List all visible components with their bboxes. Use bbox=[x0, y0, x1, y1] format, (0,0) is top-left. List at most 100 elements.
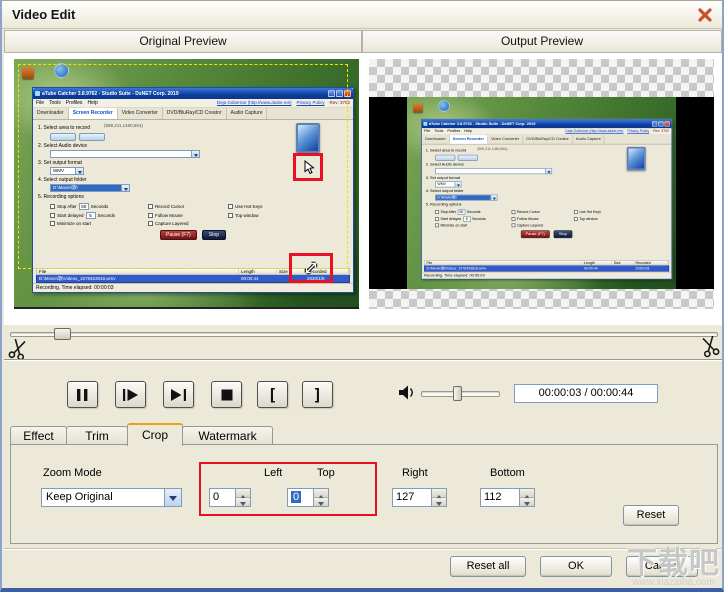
output-scene-scaler: aTube Catcher 3.8.9762 - Studio Suite - … bbox=[407, 97, 676, 289]
mark-out-button[interactable]: ] bbox=[302, 381, 333, 408]
stop-button[interactable] bbox=[211, 381, 242, 408]
highlight-box-widget bbox=[293, 153, 323, 181]
highlight-box-resize-handle[interactable] bbox=[289, 253, 333, 283]
recorded-cursor-icon bbox=[304, 160, 315, 175]
rec-menubar: File Tools Profiles Help Deja Gobernar (… bbox=[421, 128, 672, 136]
separator bbox=[4, 359, 722, 361]
crop-tab-panel: Zoom Mode Left Top Right Bottom Keep Ori… bbox=[10, 444, 718, 544]
rec-option: Capture Layered bbox=[511, 223, 573, 228]
play-to-end-button[interactable] bbox=[163, 381, 194, 408]
pause-button[interactable] bbox=[67, 381, 98, 408]
rec-tab-dvd-creator: DVD/BluRay/CD Creator bbox=[523, 135, 573, 144]
rec-dropdown-arrow-icon bbox=[454, 182, 461, 187]
original-preview-frame: aTube Catcher 3.8.9762 - Studio Suite - … bbox=[14, 59, 359, 309]
rec-titlebar: aTube Catcher 3.8.9762 - Studio Suite - … bbox=[421, 119, 672, 129]
resize-cursor-icon bbox=[304, 261, 318, 275]
spin-down-icon[interactable] bbox=[520, 498, 534, 506]
rec-menu-help: Help bbox=[464, 128, 473, 134]
mark-in-button[interactable]: [ bbox=[257, 381, 288, 408]
rec-step4: 4. Select output folder bbox=[425, 189, 464, 194]
play-button[interactable] bbox=[115, 381, 146, 408]
highlight-box-left-top bbox=[199, 462, 377, 516]
cancel-button[interactable]: Cancel bbox=[626, 556, 698, 577]
mark-out-icon: ] bbox=[312, 384, 323, 404]
rec-full-screen-button bbox=[457, 154, 478, 161]
rec-folder-dropdown: D:\Movie\歌\ bbox=[435, 194, 498, 201]
output-preview-header: Output Preview bbox=[362, 30, 722, 53]
rec-audio-device-dropdown bbox=[435, 167, 553, 175]
rec-dropdown-arrow-icon bbox=[490, 195, 497, 200]
rec-format-dropdown: WMV bbox=[435, 181, 462, 188]
output-recorded-scene: aTube Catcher 3.8.9762 - Studio Suite - … bbox=[407, 97, 676, 289]
crop-bottom-value[interactable]: 112 bbox=[481, 489, 519, 506]
rec-capture-thumbnail bbox=[626, 146, 646, 171]
volume-speaker-icon[interactable] bbox=[398, 384, 415, 406]
play-to-end-icon bbox=[171, 388, 186, 401]
rec-title: aTube Catcher 3.8.9762 - Studio Suite - … bbox=[428, 121, 536, 127]
rec-step1: 1. Select area to record bbox=[425, 148, 467, 154]
spin-down-icon[interactable] bbox=[432, 498, 446, 506]
bottom-label: Bottom bbox=[490, 467, 525, 479]
rec-recording-options: Stop After 60 Seconds Record Cursor Use Ho… bbox=[435, 209, 667, 228]
zoom-mode-dropdown[interactable]: Keep Original bbox=[41, 488, 182, 507]
chevron-down-icon[interactable] bbox=[164, 489, 181, 506]
spin-up-icon[interactable] bbox=[432, 489, 446, 499]
pause-icon bbox=[77, 388, 88, 401]
output-preview-frame: aTube Catcher 3.8.9762 - Studio Suite - … bbox=[369, 59, 714, 309]
dialog-title: Video Edit bbox=[12, 7, 76, 22]
rec-select-area-button bbox=[435, 154, 456, 161]
rec-checkbox-icon bbox=[435, 210, 439, 214]
seek-slider-thumb[interactable] bbox=[54, 328, 71, 340]
rec-tab-audio-capture: Audio Capture bbox=[573, 135, 605, 144]
zoom-mode-label: Zoom Mode bbox=[43, 467, 102, 479]
rec-checkbox-icon bbox=[573, 217, 578, 222]
output-video-band: aTube Catcher 3.8.9762 - Studio Suite - … bbox=[369, 97, 714, 289]
stop-icon bbox=[221, 389, 232, 400]
rec-menu-tools: Tools bbox=[434, 128, 444, 134]
rec-close-icon bbox=[664, 121, 670, 127]
rec-option: Minimize on start bbox=[435, 223, 510, 228]
rec-dropdown-arrow-icon bbox=[545, 168, 552, 174]
reset-button[interactable]: Reset bbox=[623, 505, 679, 526]
recorded-app-window: aTube Catcher 3.8.9762 - Studio Suite - … bbox=[421, 118, 673, 280]
rec-menu-file: File bbox=[424, 128, 431, 134]
desktop-icon bbox=[438, 100, 450, 112]
rec-option: Follow Mouse bbox=[511, 216, 573, 222]
rec-status-bar: Recording, Time elapsed: 00:00:03 bbox=[33, 283, 353, 292]
tab-watermark[interactable]: Watermark bbox=[182, 426, 273, 445]
rec-file-list-header: File Length Size Recorded bbox=[424, 260, 670, 266]
reset-all-button[interactable]: Reset all bbox=[450, 556, 526, 577]
rec-checkbox-icon bbox=[511, 223, 516, 228]
output-video-content: aTube Catcher 3.8.9762 - Studio Suite - … bbox=[407, 97, 676, 289]
rec-record-controls: Pause (F7) Stop bbox=[426, 230, 668, 239]
titlebar: Video Edit bbox=[2, 1, 722, 29]
seek-slider-track[interactable] bbox=[10, 332, 718, 337]
crop-bottom-spinner[interactable]: 112 bbox=[480, 488, 535, 507]
volume-slider-thumb[interactable] bbox=[453, 386, 462, 401]
rec-maximize-icon bbox=[658, 121, 664, 127]
rec-option: Use Hot Keys bbox=[573, 209, 625, 214]
spin-up-icon[interactable] bbox=[520, 489, 534, 499]
close-button[interactable] bbox=[694, 5, 716, 25]
tab-crop[interactable]: Crop bbox=[127, 423, 183, 446]
trim-end-scissors-icon[interactable] bbox=[697, 333, 722, 360]
tab-trim[interactable]: Trim bbox=[66, 426, 128, 445]
rec-privacy-link: Privacy Policy bbox=[627, 129, 650, 134]
rec-checkbox-icon bbox=[435, 217, 439, 222]
video-edit-dialog: Video Edit Original Preview Output Previ… bbox=[0, 0, 724, 592]
tab-effect[interactable]: Effect bbox=[10, 426, 67, 445]
original-preview-header: Original Preview bbox=[4, 30, 362, 53]
rec-option: Top window bbox=[573, 216, 625, 222]
rec-tab-video-converter: Video Converter bbox=[488, 135, 524, 144]
desktop-icon bbox=[413, 103, 423, 113]
rec-checkbox-icon bbox=[435, 223, 439, 228]
rec-step3: 3. Set output format bbox=[425, 175, 460, 181]
crop-right-spinner[interactable]: 127 bbox=[392, 488, 447, 507]
rec-tab-screen-recorder: Screen Recorder bbox=[449, 135, 488, 144]
right-label: Right bbox=[402, 467, 428, 479]
crop-right-value[interactable]: 127 bbox=[393, 489, 431, 506]
rec-checkbox-icon bbox=[511, 210, 516, 214]
rec-option: Start delayed 5 Seconds bbox=[435, 216, 510, 222]
ok-button[interactable]: OK bbox=[540, 556, 612, 577]
rec-status-bar: Recording, Time elapsed: 00:00:03 bbox=[421, 271, 672, 279]
